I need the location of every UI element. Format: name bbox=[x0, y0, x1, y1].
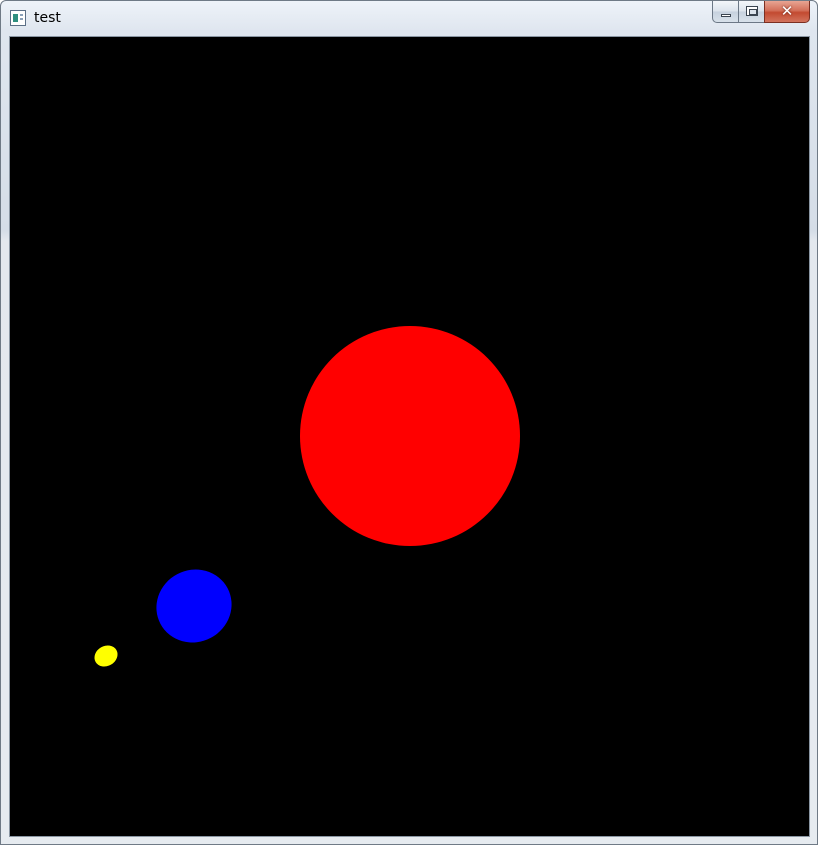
title-bar[interactable]: test ✕ bbox=[1, 1, 817, 35]
maximize-button[interactable] bbox=[738, 1, 764, 23]
render-canvas[interactable] bbox=[9, 36, 810, 837]
close-button[interactable]: ✕ bbox=[764, 1, 810, 23]
scene-svg bbox=[10, 37, 809, 836]
window-app-icon[interactable] bbox=[10, 10, 26, 26]
minimize-button[interactable] bbox=[712, 1, 738, 23]
window-title: test bbox=[34, 10, 61, 26]
minimize-icon bbox=[721, 14, 731, 17]
maximize-icon bbox=[746, 6, 758, 16]
close-icon: ✕ bbox=[780, 2, 794, 20]
app-window: test ✕ bbox=[0, 0, 818, 845]
red-circle bbox=[300, 326, 520, 546]
caption-buttons: ✕ bbox=[712, 1, 810, 23]
